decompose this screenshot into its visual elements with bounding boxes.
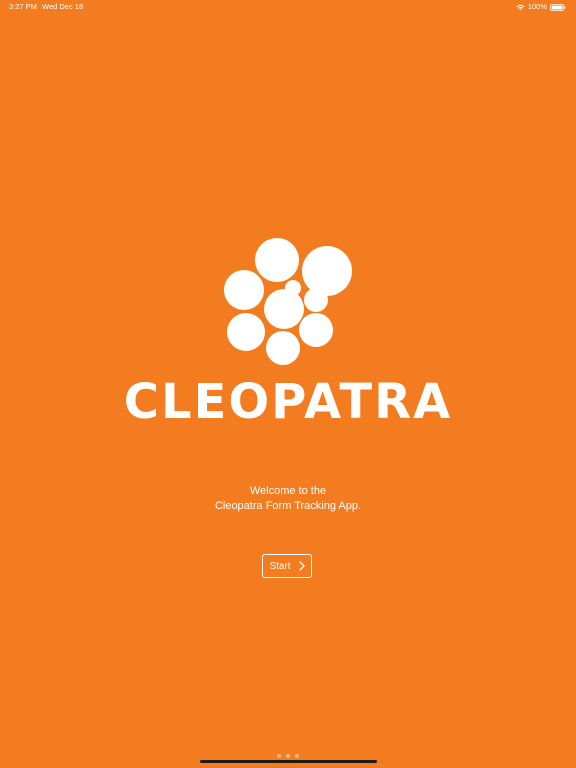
- start-button[interactable]: Start: [262, 554, 312, 578]
- welcome-message: Welcome to the Cleopatra Form Tracking A…: [0, 484, 576, 514]
- status-time: 3:27 PM: [9, 2, 37, 11]
- page-dot[interactable]: [277, 754, 281, 758]
- page-indicator: [0, 754, 576, 758]
- status-date: Wed Dec 18: [42, 2, 84, 11]
- start-button-label: Start: [269, 560, 291, 572]
- battery-percent: 100%: [527, 2, 547, 11]
- wifi-icon: [516, 4, 525, 10]
- battery-icon: [550, 3, 566, 11]
- chevron-right-icon: [298, 561, 305, 571]
- brand-name: CLEOPATRA: [123, 374, 453, 430]
- status-bar: 3:27 PM Wed Dec 18 100%: [0, 0, 576, 14]
- status-right-group: 100%: [516, 0, 566, 14]
- home-indicator[interactable]: [200, 760, 377, 763]
- welcome-line-1: Welcome to the: [249, 485, 327, 497]
- page-dot[interactable]: [295, 754, 299, 758]
- welcome-line-2: Cleopatra Form Tracking App.: [214, 500, 362, 512]
- page-dot[interactable]: [286, 754, 290, 758]
